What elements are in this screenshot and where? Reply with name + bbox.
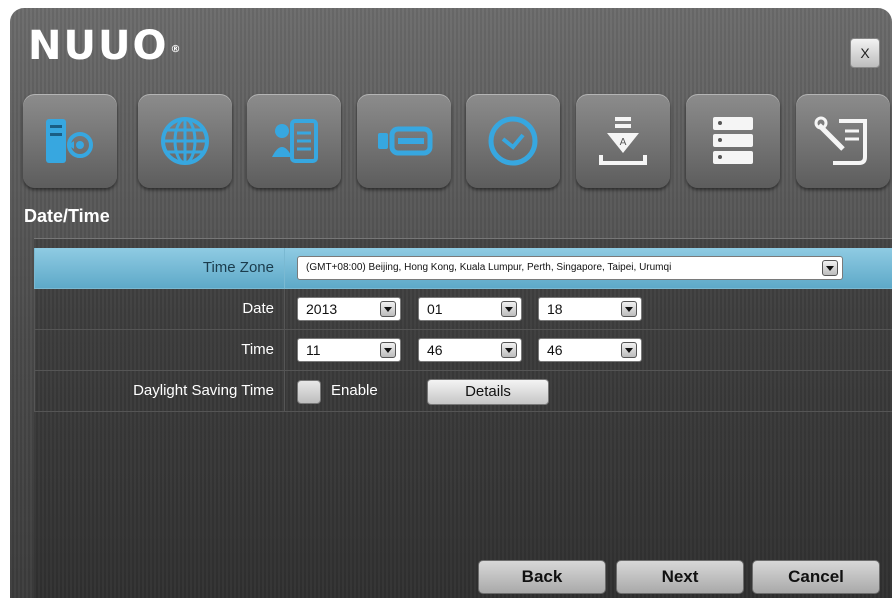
chevron-down-icon[interactable] bbox=[380, 301, 396, 317]
dst-details-button[interactable]: Details bbox=[427, 379, 549, 405]
chevron-down-icon[interactable] bbox=[380, 342, 396, 358]
time-label: Time bbox=[35, 330, 285, 370]
time-zone-select[interactable]: (GMT+08:00) Beijing, Hong Kong, Kuala Lu… bbox=[297, 256, 843, 280]
minute-value: 46 bbox=[427, 342, 443, 358]
time-zone-value: (GMT+08:00) Beijing, Hong Kong, Kuala Lu… bbox=[306, 262, 672, 273]
month-value: 01 bbox=[427, 301, 443, 317]
daylight-saving-label: Daylight Saving Time bbox=[35, 371, 285, 411]
tile-date-time[interactable] bbox=[466, 94, 560, 188]
install-download-icon: A bbox=[599, 117, 647, 165]
tile-users[interactable] bbox=[247, 94, 341, 188]
tile-storage[interactable] bbox=[357, 94, 451, 188]
dst-enable-label: Enable bbox=[331, 382, 378, 399]
globe-network-icon bbox=[161, 117, 209, 165]
chevron-down-icon[interactable] bbox=[621, 301, 637, 317]
time-zone-label: Time Zone bbox=[35, 248, 285, 288]
chevron-down-icon[interactable] bbox=[621, 342, 637, 358]
year-value: 2013 bbox=[306, 301, 338, 317]
nuuo-logo: NUUO ® bbox=[28, 23, 183, 69]
cancel-button[interactable]: Cancel bbox=[752, 560, 880, 594]
row-daylight-saving: Daylight Saving Time Enable Details bbox=[34, 371, 892, 412]
date-year-select[interactable]: 2013 bbox=[297, 297, 401, 321]
back-button[interactable]: Back bbox=[478, 560, 606, 594]
tools-script-icon bbox=[814, 116, 867, 165]
tile-network[interactable] bbox=[138, 94, 232, 188]
wizard-window: NUUO ® X A Date/Time Time Zone (GMT+08:0… bbox=[10, 8, 892, 598]
date-month-select[interactable]: 01 bbox=[418, 297, 522, 321]
settings-toolbar: A bbox=[10, 94, 892, 190]
server-settings-icon bbox=[46, 119, 93, 163]
hour-value: 11 bbox=[306, 342, 321, 358]
row-time: Time 11 46 46 bbox=[34, 330, 892, 371]
user-certificate-icon bbox=[272, 119, 318, 163]
row-time-zone: Time Zone (GMT+08:00) Beijing, Hong Kong… bbox=[34, 248, 892, 289]
day-value: 18 bbox=[547, 301, 563, 317]
chevron-down-icon[interactable] bbox=[501, 301, 517, 317]
dst-enable-checkbox[interactable] bbox=[297, 380, 321, 404]
time-hour-select[interactable]: 11 bbox=[297, 338, 401, 362]
close-button[interactable]: X bbox=[850, 38, 880, 68]
date-time-form: Time Zone (GMT+08:00) Beijing, Hong Kong… bbox=[34, 248, 892, 412]
clock-icon bbox=[488, 116, 538, 166]
second-value: 46 bbox=[547, 342, 563, 358]
tile-tools[interactable] bbox=[796, 94, 890, 188]
time-second-select[interactable]: 46 bbox=[538, 338, 642, 362]
time-minute-select[interactable]: 46 bbox=[418, 338, 522, 362]
chevron-down-icon[interactable] bbox=[501, 342, 517, 358]
server-rack-icon bbox=[713, 117, 753, 164]
svg-text:A: A bbox=[620, 137, 627, 148]
page-title: Date/Time bbox=[24, 206, 110, 226]
chevron-down-icon[interactable] bbox=[822, 260, 838, 276]
tile-server-list[interactable] bbox=[686, 94, 780, 188]
tile-install[interactable]: A bbox=[576, 94, 670, 188]
row-date: Date 2013 01 18 bbox=[34, 289, 892, 330]
date-label: Date bbox=[35, 289, 285, 329]
date-day-select[interactable]: 18 bbox=[538, 297, 642, 321]
storage-drive-icon bbox=[378, 126, 433, 156]
next-button[interactable]: Next bbox=[616, 560, 744, 594]
tile-server-settings[interactable] bbox=[23, 94, 117, 188]
